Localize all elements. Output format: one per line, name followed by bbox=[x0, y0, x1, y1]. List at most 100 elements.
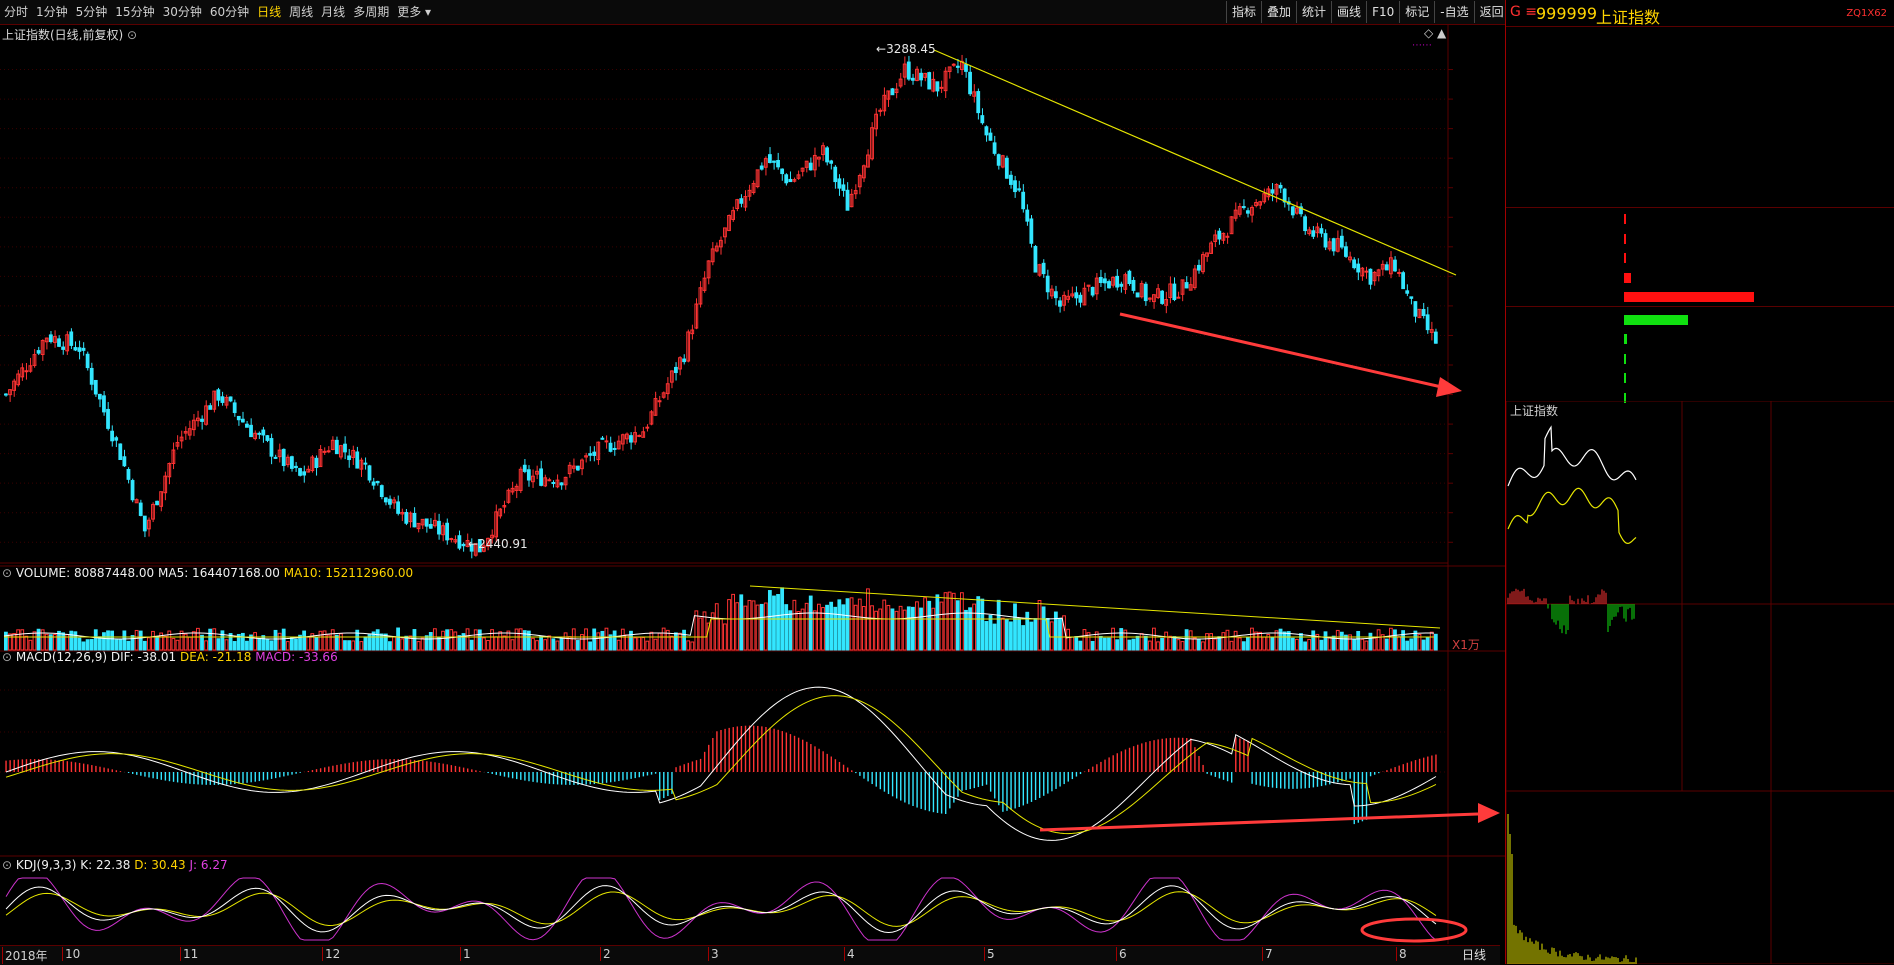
candle bbox=[1135, 292, 1140, 298]
volume-bar bbox=[960, 592, 964, 651]
tool-button[interactable]: 指标 bbox=[1226, 1, 1261, 23]
candle bbox=[449, 538, 454, 541]
volume-bar bbox=[138, 630, 143, 651]
candle bbox=[61, 346, 65, 350]
volume-bar bbox=[718, 617, 723, 651]
volume-bar bbox=[486, 639, 490, 651]
period-tab[interactable]: 月线 bbox=[317, 0, 349, 24]
volume-bar bbox=[204, 640, 208, 651]
volume-bar bbox=[972, 603, 977, 651]
candle bbox=[526, 469, 531, 481]
volume-bar bbox=[269, 640, 274, 651]
volume-bar bbox=[955, 600, 960, 651]
volume-bar bbox=[106, 630, 110, 651]
candle bbox=[155, 500, 159, 506]
volume-bar bbox=[1172, 636, 1177, 651]
volume-bar bbox=[1397, 636, 1401, 651]
volume-bar bbox=[837, 599, 842, 651]
period-tab[interactable]: 日线 bbox=[253, 0, 285, 24]
candle bbox=[1196, 264, 1201, 271]
tool-button[interactable]: 返回 bbox=[1473, 1, 1509, 23]
candle bbox=[1425, 314, 1430, 331]
expand-icon[interactable]: ◇ ▲ bbox=[1424, 26, 1446, 40]
candle bbox=[645, 426, 650, 429]
volume-bar bbox=[428, 632, 433, 651]
kdj-d-line bbox=[5, 891, 1437, 927]
volume-bar bbox=[277, 632, 282, 651]
volume-bar bbox=[980, 598, 985, 651]
date-label: 3 bbox=[708, 947, 719, 961]
candle bbox=[784, 174, 789, 184]
tool-button[interactable]: 标记 bbox=[1399, 1, 1434, 23]
volume-bar bbox=[841, 604, 846, 651]
candle bbox=[837, 178, 842, 189]
candle bbox=[1029, 218, 1034, 244]
candle bbox=[612, 447, 617, 450]
tool-button[interactable]: 画线 bbox=[1331, 1, 1366, 23]
settings-icon[interactable]: ⊙ bbox=[127, 28, 137, 42]
candle bbox=[1421, 309, 1426, 317]
quote-tag: ZQ1X62 bbox=[1846, 8, 1887, 19]
candle bbox=[1115, 275, 1120, 288]
more-icon[interactable]: ⋯⋯ bbox=[1412, 40, 1432, 51]
period-tab[interactable]: 1分钟 bbox=[32, 0, 72, 24]
volume-bar bbox=[518, 628, 523, 651]
tool-button[interactable]: 叠加 bbox=[1261, 1, 1296, 23]
quote-row bbox=[1506, 186, 1894, 205]
period-tab[interactable]: 30分钟 bbox=[159, 0, 206, 24]
candle bbox=[927, 72, 932, 90]
volume-ma5 bbox=[3, 612, 1434, 640]
section-divider bbox=[1506, 306, 1894, 307]
volume-bar bbox=[61, 632, 65, 651]
quote-row bbox=[1506, 50, 1894, 69]
period-tab[interactable]: 5分钟 bbox=[72, 0, 112, 24]
volume-bar bbox=[702, 611, 707, 651]
candle bbox=[1045, 275, 1050, 293]
candle bbox=[1405, 290, 1410, 294]
volume-bar bbox=[1000, 617, 1005, 651]
volume-bar bbox=[1074, 636, 1079, 651]
volume-bar bbox=[363, 636, 368, 651]
period-tab[interactable]: 周线 bbox=[285, 0, 317, 24]
period-tab[interactable]: 分时 bbox=[0, 0, 32, 24]
volume-bar bbox=[1421, 639, 1426, 651]
volume-collapse-icon[interactable]: ⊙ bbox=[2, 566, 12, 580]
intraday-chart[interactable] bbox=[1506, 401, 1894, 964]
volume-bar bbox=[1282, 631, 1287, 651]
volume-bar bbox=[714, 603, 719, 651]
volume-bar bbox=[473, 629, 478, 651]
period-tab[interactable]: 15分钟 bbox=[111, 0, 158, 24]
volume-bar bbox=[220, 630, 225, 651]
volume-bar bbox=[951, 592, 956, 651]
volume-bar bbox=[1209, 633, 1213, 651]
volume-bar bbox=[490, 629, 494, 651]
volume-bar bbox=[1176, 639, 1181, 651]
breadth-row bbox=[1506, 287, 1894, 306]
date-axis: 2018年 10 11 12 1 2 3 4 5 6 7 8 bbox=[0, 945, 1500, 965]
candle bbox=[604, 440, 609, 443]
volume-bar bbox=[167, 630, 172, 651]
volume-bar bbox=[134, 629, 139, 651]
volume-bar bbox=[784, 604, 789, 651]
macd-collapse-icon[interactable]: ⊙ bbox=[2, 650, 12, 664]
volume-bar bbox=[1352, 639, 1356, 651]
tool-button[interactable]: -自选 bbox=[1434, 1, 1473, 23]
volume-bar bbox=[1323, 631, 1328, 651]
volume-bar bbox=[1098, 635, 1103, 651]
volume-bar bbox=[232, 641, 237, 651]
kline-chart[interactable] bbox=[0, 24, 1505, 964]
candle bbox=[257, 432, 262, 435]
volume-bar bbox=[510, 639, 515, 651]
period-tab[interactable]: 多周期 bbox=[349, 0, 393, 24]
tool-button[interactable]: F10 bbox=[1366, 1, 1399, 23]
period-tab[interactable]: 更多 ▾ bbox=[393, 0, 435, 24]
volume-bar bbox=[351, 640, 356, 651]
volume-bar bbox=[1058, 617, 1062, 651]
volume-bar bbox=[796, 611, 801, 651]
kdj-collapse-icon[interactable]: ⊙ bbox=[2, 858, 12, 872]
period-tab[interactable]: 60分钟 bbox=[206, 0, 253, 24]
volume-bar bbox=[1013, 603, 1017, 651]
volume-bar bbox=[759, 603, 764, 651]
tool-button[interactable]: 统计 bbox=[1296, 1, 1331, 23]
kdj-annotation-circle bbox=[1360, 917, 1468, 943]
